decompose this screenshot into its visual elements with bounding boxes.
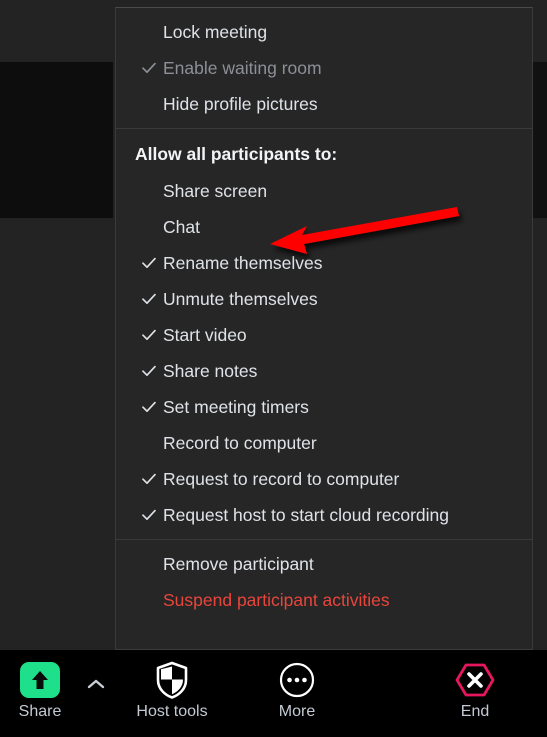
check-icon	[141, 60, 157, 76]
menu-item[interactable]: Chat	[116, 209, 532, 245]
menu-item-label: Remove participant	[163, 553, 314, 574]
menu-item[interactable]: Suspend participant activities	[116, 582, 532, 618]
menu-item[interactable]: Share screen	[116, 173, 532, 209]
menu-item-label: Request to record to computer	[163, 468, 400, 489]
menu-item[interactable]: Rename themselves	[116, 245, 532, 281]
end-button[interactable]: End	[427, 658, 523, 730]
hexagon-x-icon	[454, 658, 496, 702]
host-tools-menu[interactable]: Lock meeting Enable waiting room Hide prof…	[115, 7, 533, 650]
ellipsis-circle-icon	[278, 658, 316, 702]
menu-section-meeting-controls: Lock meeting Enable waiting room Hide prof…	[116, 8, 532, 128]
meeting-toolbar[interactable]: Share Host tools More End	[0, 650, 547, 737]
check-icon	[141, 471, 157, 487]
menu-item[interactable]: Request to record to computer	[116, 461, 532, 497]
menu-item-label: Rename themselves	[163, 252, 323, 273]
check-icon	[141, 291, 157, 307]
check-icon	[141, 363, 157, 379]
menu-item-label: Share screen	[163, 180, 268, 201]
meeting-window: Lock meeting Enable waiting room Hide prof…	[0, 0, 547, 737]
menu-section-allow-all-participants: Allow all participants to: Share screen Ch…	[116, 129, 532, 539]
menu-item-label: Start video	[163, 324, 247, 345]
menu-item-label: Unmute themselves	[163, 288, 318, 309]
menu-item: Enable waiting room	[116, 50, 532, 86]
menu-item[interactable]: Lock meeting	[116, 14, 532, 50]
menu-item[interactable]: Start video	[116, 317, 532, 353]
check-icon	[141, 255, 157, 271]
menu-item-label: Set meeting timers	[163, 396, 309, 417]
menu-item-label: Request host to start cloud recording	[163, 504, 449, 525]
check-icon	[141, 399, 157, 415]
check-icon	[141, 327, 157, 343]
share-button[interactable]: Share	[0, 658, 88, 730]
menu-item-label: Share notes	[163, 360, 258, 381]
shield-icon	[155, 658, 189, 702]
menu-item-label: Suspend participant activities	[163, 589, 390, 610]
menu-section-heading: Allow all participants to:	[135, 143, 338, 164]
menu-item[interactable]: Unmute themselves	[116, 281, 532, 317]
chevron-up-icon[interactable]	[84, 676, 108, 692]
check-icon	[141, 507, 157, 523]
participant-video-tile-edge	[533, 62, 547, 218]
menu-section-participant-actions: Remove participant Suspend participant ac…	[116, 540, 532, 624]
menu-item[interactable]: Set meeting timers	[116, 389, 532, 425]
more-button-label: More	[278, 703, 316, 720]
menu-item[interactable]: Hide profile pictures	[116, 86, 532, 122]
share-up-arrow-icon	[20, 658, 60, 702]
end-button-label: End	[460, 703, 490, 720]
participant-video-tile[interactable]	[0, 62, 113, 218]
menu-item-label: Hide profile pictures	[163, 93, 318, 114]
menu-item-label: Record to computer	[163, 432, 317, 453]
menu-item[interactable]: Record to computer	[116, 425, 532, 461]
menu-item[interactable]: Request host to start cloud recording	[116, 497, 532, 533]
share-button-label: Share	[18, 703, 62, 720]
menu-item[interactable]: Remove participant	[116, 546, 532, 582]
host-tools-button-label: Host tools	[136, 703, 208, 720]
more-button[interactable]: More	[249, 658, 345, 730]
menu-item-label: Enable waiting room	[163, 57, 322, 78]
menu-item[interactable]: Share notes	[116, 353, 532, 389]
menu-item-label: Chat	[163, 216, 200, 237]
host-tools-button[interactable]: Host tools	[124, 658, 220, 730]
menu-item-label: Lock meeting	[163, 21, 268, 42]
